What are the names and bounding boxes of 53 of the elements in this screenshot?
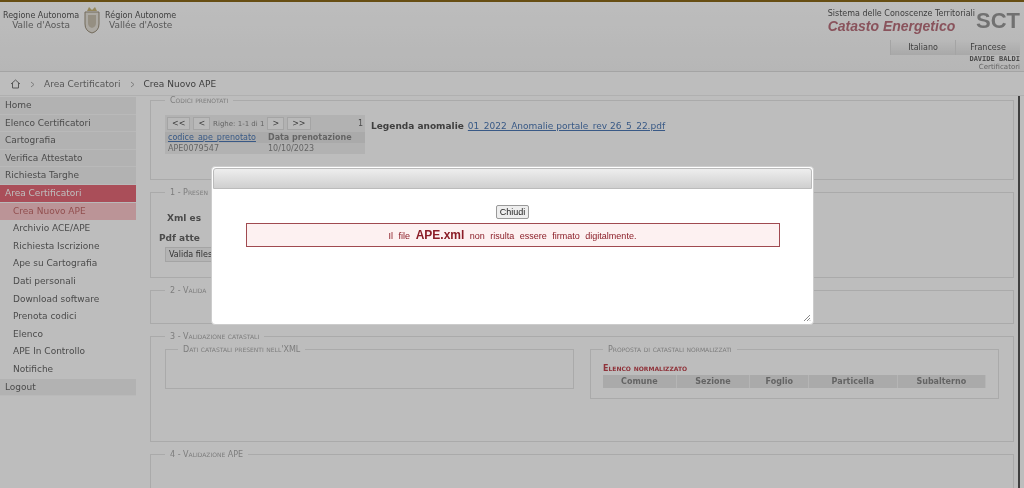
sidebar-subitem[interactable]: Dati personali: [0, 272, 136, 291]
list-title: Elenco normalizzato: [603, 364, 689, 373]
sidebar-subitem[interactable]: Richiesta Iscrizione: [0, 237, 136, 256]
sidebar-item[interactable]: Richiesta Targhe: [0, 167, 136, 185]
sidebar-item[interactable]: Logout: [0, 378, 136, 397]
column-header: Comune: [603, 375, 677, 388]
field-label: Xml es: [167, 213, 201, 223]
column-header: Data prenotazione: [268, 133, 352, 142]
column-header: Foglio: [750, 375, 810, 388]
last-page-button[interactable]: >>: [287, 117, 311, 130]
first-page-button[interactable]: <<: [167, 117, 191, 130]
sidebar-subitem[interactable]: Elenco: [0, 325, 136, 344]
logo-name: Vallée d'Aoste: [109, 19, 173, 30]
close-button[interactable]: Chiudi: [495, 205, 530, 219]
system-caption: Sistema delle Conoscenze Territoriali: [827, 8, 975, 18]
sidebar-subitem[interactable]: APE In Controllo: [0, 343, 136, 361]
sidebar-subitem[interactable]: Prenota codici: [0, 308, 136, 326]
error-message: Il file APE.xml non risulta essere firmato digitalmente.: [245, 223, 780, 247]
coat-of-arms-icon: [82, 6, 103, 34]
column-header: Particella: [809, 375, 898, 388]
language-tab[interactable]: Italiano: [890, 40, 955, 55]
next-page-button[interactable]: >: [267, 117, 285, 130]
sidebar-subitem[interactable]: Notifiche: [0, 360, 136, 379]
page-number: 1: [357, 119, 363, 128]
breadcrumb-link[interactable]: Area Certificatori: [44, 79, 121, 89]
breadcrumb-link[interactable]: Crea Nuovo APE: [143, 79, 217, 89]
chevron-icon: [30, 80, 35, 88]
section-legend: 2 - Valida: [165, 286, 212, 295]
table-cell: 10/10/2023: [268, 144, 315, 153]
sidebar-subitem[interactable]: Ape su Cartografia: [0, 255, 136, 273]
language-tab[interactable]: Francese: [955, 40, 1020, 55]
column-header: Subalterno: [897, 375, 986, 388]
sidebar-subitem[interactable]: Download software: [0, 290, 136, 309]
section-legend: 4 - Validazione APE: [165, 450, 249, 459]
home-icon[interactable]: [10, 79, 21, 89]
field-label: Pdf atte: [159, 233, 200, 243]
column-header[interactable]: codice_ape_prenotato: [168, 133, 268, 142]
previous-page-button[interactable]: <: [193, 117, 211, 130]
sidebar-item[interactable]: Home: [0, 97, 136, 115]
column-header: Sezione: [676, 375, 751, 388]
chevron-icon: [129, 80, 135, 88]
sidebar-item[interactable]: Cartografia: [0, 132, 136, 150]
section-legend: 1 - Presen: [165, 188, 213, 197]
anomalies-label: Legenda anomalie: [371, 121, 464, 131]
product-mark: SCT: [976, 8, 1020, 34]
logo-name: Valle d'Aosta: [12, 19, 70, 30]
logo-caption: Région Autonome: [105, 10, 177, 20]
table-cell-text: APE0079547: [168, 144, 220, 153]
product-title: Catasto Energetico: [827, 17, 957, 34]
sidebar-subitem[interactable]: Archivio ACE/APE: [0, 220, 136, 238]
logo-caption: Regione Autonoma: [3, 10, 80, 20]
resize-grip-icon[interactable]: [803, 314, 811, 322]
anomalies-link[interactable]: 01_2022_Anomalie portale_rev 26_5_22.pdf: [467, 121, 666, 131]
